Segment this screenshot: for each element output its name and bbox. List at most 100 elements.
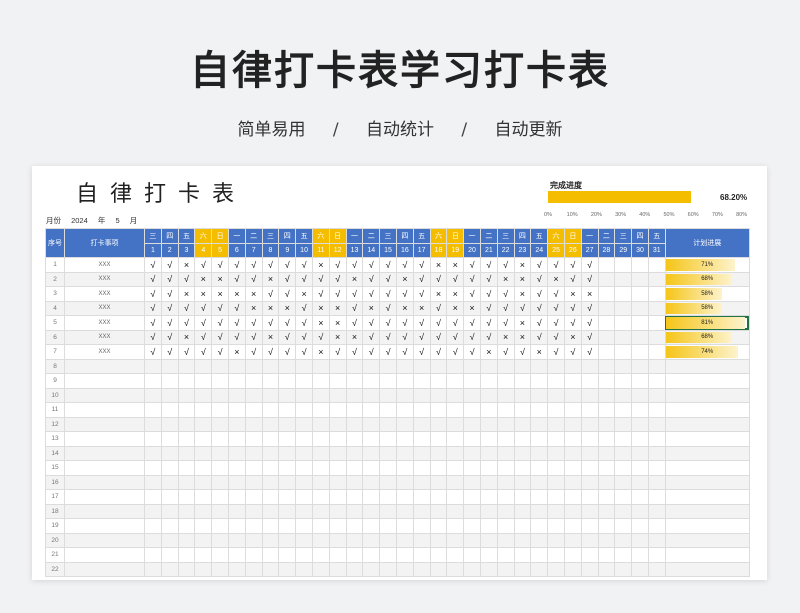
checkin-cell[interactable] (295, 416, 313, 432)
checkin-cell[interactable]: × (311, 300, 330, 316)
checkin-cell[interactable] (311, 387, 330, 403)
checkin-cell[interactable]: √ (345, 300, 364, 316)
checkin-cell[interactable] (530, 387, 549, 403)
checkin-cell[interactable] (446, 474, 465, 490)
checkin-cell[interactable]: × (496, 271, 515, 287)
checkin-cell[interactable] (177, 561, 196, 577)
checkin-cell[interactable] (631, 373, 649, 389)
checkin-cell[interactable] (647, 344, 666, 360)
checkin-cell[interactable] (580, 474, 599, 490)
checkin-cell[interactable] (345, 431, 364, 447)
checkin-cell[interactable] (194, 503, 213, 519)
checkin-cell[interactable] (580, 387, 599, 403)
checkin-cell[interactable] (362, 518, 381, 534)
checkin-cell[interactable] (379, 445, 397, 461)
checkin-cell[interactable] (580, 503, 599, 519)
progress-cell[interactable]: 58% (664, 286, 750, 302)
checkin-cell[interactable] (227, 532, 246, 548)
progress-cell[interactable]: 68% (664, 329, 750, 345)
row-item[interactable] (64, 402, 145, 418)
checkin-cell[interactable] (194, 474, 213, 490)
checkin-cell[interactable] (563, 445, 582, 461)
checkin-cell[interactable] (580, 445, 599, 461)
checkin-cell[interactable]: √ (395, 257, 414, 273)
checkin-cell[interactable] (395, 474, 414, 490)
checkin-cell[interactable] (479, 445, 498, 461)
checkin-cell[interactable] (328, 518, 347, 534)
checkin-cell[interactable]: √ (227, 300, 246, 316)
checkin-cell[interactable] (631, 344, 649, 360)
checkin-cell[interactable] (379, 431, 397, 447)
checkin-cell[interactable] (563, 373, 582, 389)
checkin-cell[interactable] (177, 518, 196, 534)
progress-cell[interactable]: 68% (664, 271, 750, 287)
checkin-cell[interactable] (580, 518, 599, 534)
checkin-cell[interactable] (631, 474, 649, 490)
checkin-cell[interactable] (244, 445, 263, 461)
checkin-cell[interactable]: √ (496, 257, 515, 273)
checkin-cell[interactable] (177, 387, 196, 403)
checkin-cell[interactable]: √ (295, 344, 313, 360)
checkin-cell[interactable] (446, 358, 465, 374)
checkin-cell[interactable] (345, 373, 364, 389)
checkin-cell[interactable] (395, 489, 414, 505)
checkin-cell[interactable] (379, 460, 397, 476)
checkin-cell[interactable]: √ (479, 315, 498, 331)
checkin-cell[interactable]: √ (278, 271, 297, 287)
checkin-cell[interactable]: √ (496, 286, 515, 302)
checkin-cell[interactable] (379, 518, 397, 534)
checkin-cell[interactable] (328, 431, 347, 447)
checkin-cell[interactable] (362, 387, 381, 403)
checkin-cell[interactable] (177, 358, 196, 374)
checkin-cell[interactable] (144, 358, 162, 374)
checkin-cell[interactable] (211, 561, 229, 577)
checkin-cell[interactable]: × (563, 286, 582, 302)
checkin-cell[interactable]: √ (144, 257, 162, 273)
checkin-cell[interactable] (463, 489, 481, 505)
checkin-cell[interactable]: √ (463, 344, 481, 360)
checkin-cell[interactable] (429, 532, 448, 548)
checkin-cell[interactable] (631, 445, 649, 461)
checkin-cell[interactable] (278, 358, 297, 374)
checkin-cell[interactable] (362, 503, 381, 519)
checkin-cell[interactable] (379, 489, 397, 505)
checkin-cell[interactable]: √ (160, 271, 179, 287)
checkin-cell[interactable] (614, 344, 633, 360)
row-item[interactable] (64, 489, 145, 505)
checkin-cell[interactable]: √ (547, 315, 565, 331)
checkin-cell[interactable] (597, 387, 616, 403)
checkin-cell[interactable] (362, 489, 381, 505)
checkin-cell[interactable] (295, 489, 313, 505)
checkin-cell[interactable] (227, 518, 246, 534)
checkin-cell[interactable] (278, 460, 297, 476)
checkin-cell[interactable]: √ (160, 344, 179, 360)
checkin-cell[interactable]: √ (144, 344, 162, 360)
checkin-cell[interactable]: × (211, 286, 229, 302)
checkin-cell[interactable] (311, 489, 330, 505)
checkin-cell[interactable] (563, 489, 582, 505)
checkin-cell[interactable] (563, 532, 582, 548)
checkin-cell[interactable] (547, 416, 565, 432)
checkin-cell[interactable] (295, 387, 313, 403)
checkin-cell[interactable]: √ (547, 257, 565, 273)
checkin-cell[interactable] (597, 358, 616, 374)
checkin-cell[interactable] (278, 503, 297, 519)
checkin-cell[interactable] (278, 431, 297, 447)
checkin-cell[interactable] (513, 460, 532, 476)
checkin-cell[interactable] (547, 489, 565, 505)
progress-cell[interactable] (664, 561, 750, 577)
checkin-cell[interactable] (311, 416, 330, 432)
checkin-cell[interactable]: √ (261, 344, 280, 360)
checkin-cell[interactable] (261, 358, 280, 374)
checkin-cell[interactable] (244, 547, 263, 563)
checkin-cell[interactable] (194, 460, 213, 476)
checkin-cell[interactable] (261, 561, 280, 577)
checkin-cell[interactable] (345, 489, 364, 505)
checkin-cell[interactable]: √ (463, 271, 481, 287)
checkin-cell[interactable] (412, 561, 431, 577)
checkin-cell[interactable] (530, 402, 549, 418)
checkin-cell[interactable]: √ (144, 286, 162, 302)
checkin-cell[interactable] (547, 561, 565, 577)
checkin-cell[interactable] (227, 503, 246, 519)
checkin-cell[interactable] (547, 547, 565, 563)
